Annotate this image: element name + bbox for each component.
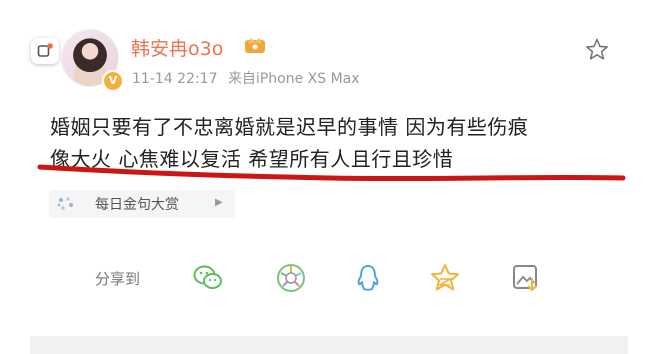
qq-icon[interactable] (352, 262, 384, 294)
topic-label: 每日金句大赏 (95, 197, 179, 213)
share-label: 分享到 (95, 270, 141, 288)
username[interactable]: 韩安冉o3o (131, 34, 223, 61)
verified-badge-icon: V (102, 70, 124, 92)
post-meta: 11-14 22:17 来自iPhone XS Max (132, 68, 360, 88)
wechat-icon[interactable] (192, 262, 224, 294)
moments-icon[interactable] (275, 262, 307, 294)
post-text-line-1: 婚姻只要有了不忠离婚就是迟早的事情 因为有些伤痕 (50, 115, 529, 139)
vip-crown-icon (245, 38, 265, 53)
chevron-right-icon: ▶ (215, 197, 223, 208)
save-image-icon[interactable] (510, 262, 542, 294)
qzone-star-icon[interactable] (429, 262, 461, 294)
avatar[interactable]: V (62, 30, 124, 92)
post-time: 11-14 22:17 (132, 71, 218, 87)
post-text-line-2: 像大火 心焦难以复活 希望所有人且行且珍惜 (50, 147, 454, 171)
bottom-divider (30, 336, 628, 354)
favorite-star-icon[interactable] (584, 37, 610, 63)
follow-badge-icon[interactable] (31, 38, 59, 64)
topic-tag[interactable]: 每日金句大赏 ▶ (49, 190, 235, 218)
topic-sparkle-icon (57, 197, 73, 210)
post-source: 来自iPhone XS Max (227, 71, 360, 87)
